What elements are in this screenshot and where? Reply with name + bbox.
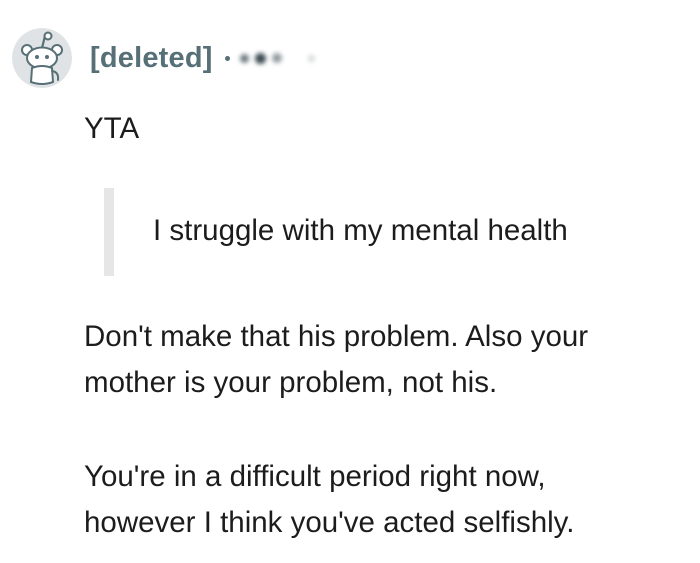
- paragraph-line: You're in a difficult period right now,: [84, 460, 546, 493]
- blockquote-bar: [104, 188, 114, 276]
- timestamp-obscured: [239, 52, 315, 64]
- blockquote-text: I struggle with my mental health: [153, 214, 568, 247]
- comment-paragraph: Don't make that his problem. Also your m…: [84, 314, 588, 406]
- comment-author[interactable]: [deleted]: [90, 42, 213, 75]
- paragraph-line: mother is your problem, not his.: [84, 366, 498, 399]
- paragraph-line: however I think you've acted selfishly.: [84, 506, 575, 539]
- comment-paragraph: You're in a difficult period right now, …: [84, 454, 574, 546]
- comment-header: [deleted]: [12, 28, 315, 88]
- separator-dot: [224, 55, 230, 61]
- paragraph-line: Don't make that his problem. Also your: [84, 320, 589, 353]
- snoo-avatar-icon: [12, 28, 72, 88]
- avatar[interactable]: [12, 28, 72, 88]
- comment: [deleted] YTA I struggle with my mental …: [0, 0, 700, 563]
- comment-verdict: YTA: [84, 112, 140, 145]
- blockquote: I struggle with my mental health: [104, 188, 664, 276]
